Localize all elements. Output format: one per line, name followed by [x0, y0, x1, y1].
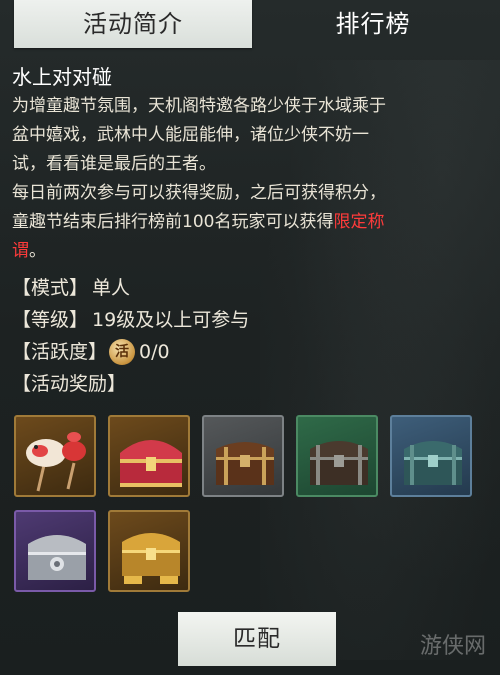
bracket-open: 【	[12, 341, 32, 363]
activity-panel: 活动简介 排行榜 水上对对碰 为增童趣节氛围，天机阁特邀各路少侠于水域乘于 盆中…	[0, 0, 500, 675]
gold-chest-icon	[122, 533, 180, 584]
tab-bar: 活动简介 排行榜	[0, 0, 500, 50]
activity-description: 为增童趣节氛围，天机阁特邀各路少侠于水域乘于 盆中嬉戏，武林中人能屈能伸，诸位少…	[12, 92, 490, 266]
dark-chest-icon	[310, 441, 368, 485]
reward-slot[interactable]	[14, 510, 96, 592]
red-chest-icon	[120, 440, 182, 487]
desc-line: 每日前两次参与可以获得奖励，之后可获得积分，	[12, 183, 386, 203]
bracket-close: 】	[69, 309, 89, 331]
match-button[interactable]: 匹配	[178, 612, 336, 666]
desc-text: 。	[29, 241, 46, 261]
reward-slot[interactable]	[14, 415, 96, 497]
mode-row: 【 模式 】 单人	[12, 272, 492, 304]
bracket-open: 【	[12, 277, 32, 299]
rewards-header-row: 【 活动奖励 】	[12, 368, 492, 400]
level-label: 等级	[31, 309, 70, 331]
reward-slot[interactable]	[296, 415, 378, 497]
desc-line: 试，看看谁是最后的王者。	[12, 154, 216, 174]
bracket-open: 【	[12, 309, 32, 331]
limited-title-highlight-end: 谓	[12, 241, 29, 261]
bracket-close: 】	[107, 373, 127, 395]
reward-grid	[14, 415, 494, 592]
desc-line: 为增童趣节氛围，天机阁特邀各路少侠于水域乘于	[12, 96, 386, 116]
tab-activity-intro[interactable]: 活动简介	[14, 0, 252, 48]
desc-line: 童趣节结束后排行榜前100名玩家可以获得限定称	[12, 208, 490, 237]
reward-slot[interactable]	[390, 415, 472, 497]
bracket-close: 】	[88, 341, 108, 363]
reward-slot[interactable]	[202, 415, 284, 497]
rewards-label: 活动奖励	[31, 373, 108, 395]
desc-text: 童趣节结束后排行榜前100名玩家可以获得	[12, 212, 334, 232]
watermark-logo: 游侠网	[420, 634, 487, 659]
reward-slot[interactable]	[108, 510, 190, 592]
bracket-close: 】	[69, 277, 89, 299]
level-row: 【 等级 】 19级及以上可参与	[12, 304, 492, 336]
desc-line: 谓。	[12, 237, 490, 266]
fish-lantern-icon	[26, 432, 86, 492]
activity-points-value: 0/0	[139, 341, 170, 363]
tab-leaderboard[interactable]: 排行榜	[258, 0, 488, 48]
activity-content: 水上对对碰 为增童趣节氛围，天机阁特邀各路少侠于水域乘于 盆中嬉戏，武林中人能屈…	[12, 62, 492, 400]
activity-points-icon: 活	[109, 339, 136, 365]
mode-value: 单人	[92, 277, 131, 299]
activity-points-row: 【 活跃度 】 活 0/0	[12, 336, 492, 368]
level-value: 19级及以上可参与	[92, 309, 250, 331]
silver-chest-icon	[28, 535, 86, 580]
activity-points-label: 活跃度	[31, 341, 89, 363]
limited-title-highlight: 限定称	[333, 212, 385, 232]
desc-line: 盆中嬉戏，武林中人能屈能伸，诸位少侠不妨一	[12, 125, 369, 145]
mode-label: 模式	[31, 277, 70, 299]
brown-chest-icon	[216, 442, 274, 485]
jade-chest-icon	[404, 441, 462, 485]
bracket-open: 【	[12, 373, 32, 395]
reward-slot[interactable]	[108, 415, 190, 497]
activity-title: 水上对对碰	[12, 65, 112, 89]
